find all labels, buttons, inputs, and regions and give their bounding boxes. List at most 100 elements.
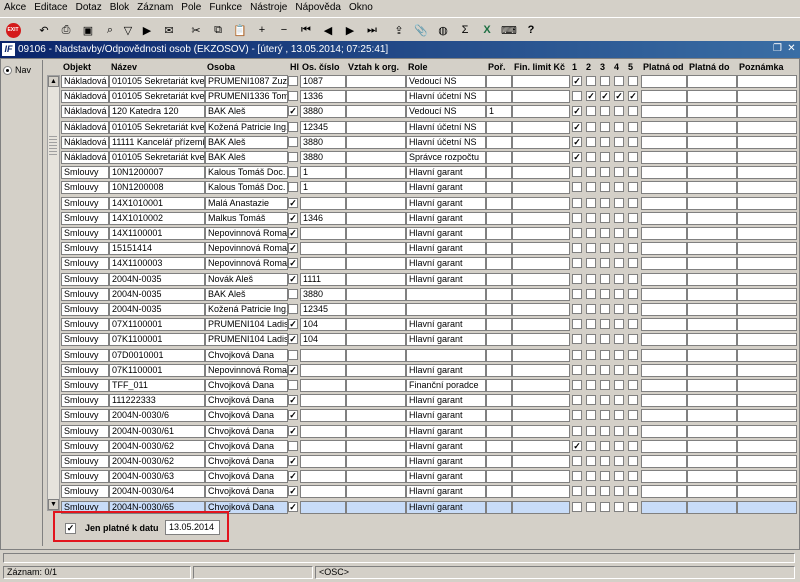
platna-od-cell[interactable]	[641, 166, 687, 179]
os-cislo-cell[interactable]	[300, 257, 346, 270]
menu-item-0[interactable]: Akce	[0, 0, 30, 16]
hl-checkbox[interactable]: ✓	[288, 486, 298, 496]
osoba-cell[interactable]: BAK Aleš	[205, 136, 288, 149]
flag-3-checkbox[interactable]	[600, 395, 610, 405]
os-cislo-cell[interactable]	[300, 455, 346, 468]
os-cislo-cell[interactable]	[300, 409, 346, 422]
nazev-cell[interactable]: 14X1100001	[109, 227, 205, 240]
flag-2-checkbox[interactable]	[586, 137, 596, 147]
nazev-cell[interactable]: 07K1100001	[109, 333, 205, 346]
flag-3-checkbox[interactable]	[600, 137, 610, 147]
flag-2-checkbox[interactable]	[586, 122, 596, 132]
flag-3-checkbox[interactable]	[600, 380, 610, 390]
flag-2-checkbox[interactable]	[586, 152, 596, 162]
platna-od-cell[interactable]	[641, 90, 687, 103]
flag-3-checkbox[interactable]	[600, 365, 610, 375]
hl-checkbox[interactable]: ✓	[288, 243, 298, 253]
platna-od-cell[interactable]	[641, 501, 687, 514]
hl-checkbox[interactable]: ✓	[288, 319, 298, 329]
flag-5-checkbox[interactable]	[628, 228, 638, 238]
os-cislo-cell[interactable]: 104	[300, 318, 346, 331]
platna-od-cell[interactable]	[641, 364, 687, 377]
platna-do-cell[interactable]	[687, 303, 737, 316]
flag-2-checkbox[interactable]	[586, 486, 596, 496]
poznamka-cell[interactable]	[737, 288, 797, 301]
flag-3-checkbox[interactable]	[600, 167, 610, 177]
flag-3-checkbox[interactable]	[600, 502, 610, 512]
flag-4-checkbox[interactable]	[614, 213, 624, 223]
flag-5-checkbox[interactable]	[628, 274, 638, 284]
por-cell[interactable]	[486, 181, 512, 194]
flag-4-checkbox[interactable]	[614, 334, 624, 344]
flag-3-checkbox[interactable]	[600, 456, 610, 466]
flag-2-checkbox[interactable]	[586, 441, 596, 451]
os-cislo-cell[interactable]: 3880	[300, 105, 346, 118]
osoba-cell[interactable]: BAK Aleš	[205, 151, 288, 164]
valid-date-field[interactable]: 13.05.2014	[165, 520, 220, 535]
role-cell[interactable]: Hlavní garant	[406, 197, 486, 210]
role-cell[interactable]: Hlavní garant	[406, 425, 486, 438]
flag-2-checkbox[interactable]: ✓	[586, 91, 596, 101]
hl-checkbox[interactable]	[288, 152, 298, 162]
flag-1-checkbox[interactable]	[572, 274, 582, 284]
os-cislo-cell[interactable]	[300, 242, 346, 255]
close-icon[interactable]: ✕	[786, 43, 797, 55]
flag-5-checkbox[interactable]	[628, 167, 638, 177]
platna-do-cell[interactable]	[687, 333, 737, 346]
role-cell[interactable]: Hlavní garant	[406, 318, 486, 331]
scroll-up-icon[interactable]: ▲	[48, 76, 59, 87]
objekt-cell[interactable]: Smlouvy	[61, 197, 109, 210]
flag-2-checkbox[interactable]	[586, 289, 596, 299]
poznamka-cell[interactable]	[737, 440, 797, 453]
flag-5-checkbox[interactable]	[628, 441, 638, 451]
flag-4-checkbox[interactable]	[614, 152, 624, 162]
vztah-cell[interactable]	[346, 303, 406, 316]
platna-do-cell[interactable]	[687, 197, 737, 210]
os-cislo-cell[interactable]: 1	[300, 166, 346, 179]
flag-3-checkbox[interactable]	[600, 106, 610, 116]
fin-limit-cell[interactable]	[512, 409, 570, 422]
flag-1-checkbox[interactable]	[572, 289, 582, 299]
platna-do-cell[interactable]	[687, 470, 737, 483]
platna-od-cell[interactable]	[641, 455, 687, 468]
vztah-cell[interactable]	[346, 75, 406, 88]
nazev-cell[interactable]: 010105 Sekretariát kves	[109, 90, 205, 103]
nazev-cell[interactable]: 14X1010001	[109, 197, 205, 210]
flag-2-checkbox[interactable]	[586, 334, 596, 344]
flag-1-checkbox[interactable]	[572, 228, 582, 238]
flag-1-checkbox[interactable]	[572, 471, 582, 481]
vztah-cell[interactable]	[346, 425, 406, 438]
fin-limit-cell[interactable]	[512, 349, 570, 362]
hl-checkbox[interactable]	[288, 350, 298, 360]
platna-od-cell[interactable]	[641, 121, 687, 134]
fin-limit-cell[interactable]	[512, 197, 570, 210]
platna-od-cell[interactable]	[641, 75, 687, 88]
filter-icon[interactable]: ▽	[119, 21, 137, 39]
role-cell[interactable]: Hlavní garant	[406, 485, 486, 498]
os-cislo-cell[interactable]	[300, 440, 346, 453]
platna-do-cell[interactable]	[687, 75, 737, 88]
flag-4-checkbox[interactable]	[614, 426, 624, 436]
platna-od-cell[interactable]	[641, 470, 687, 483]
poznamka-cell[interactable]	[737, 485, 797, 498]
platna-od-cell[interactable]	[641, 485, 687, 498]
hl-checkbox[interactable]: ✓	[288, 395, 298, 405]
flag-2-checkbox[interactable]	[586, 350, 596, 360]
platna-od-cell[interactable]	[641, 440, 687, 453]
flag-1-checkbox[interactable]: ✓	[572, 106, 582, 116]
objekt-cell[interactable]: Smlouvy	[61, 288, 109, 301]
poznamka-cell[interactable]	[737, 318, 797, 331]
poznamka-cell[interactable]	[737, 257, 797, 270]
insert-record-icon[interactable]: +	[253, 21, 271, 39]
nazev-cell[interactable]: 07D0010001	[109, 349, 205, 362]
role-cell[interactable]: Hlavní garant	[406, 212, 486, 225]
flag-1-checkbox[interactable]: ✓	[572, 441, 582, 451]
nazev-cell[interactable]: 07X1100001	[109, 318, 205, 331]
osoba-cell[interactable]: PRUMENI104 Ladislav	[205, 318, 288, 331]
objekt-cell[interactable]: Smlouvy	[61, 227, 109, 240]
flag-5-checkbox[interactable]	[628, 106, 638, 116]
menu-item-1[interactable]: Editace	[30, 0, 71, 16]
platna-od-cell[interactable]	[641, 333, 687, 346]
flag-3-checkbox[interactable]	[600, 76, 610, 86]
fin-limit-cell[interactable]	[512, 364, 570, 377]
